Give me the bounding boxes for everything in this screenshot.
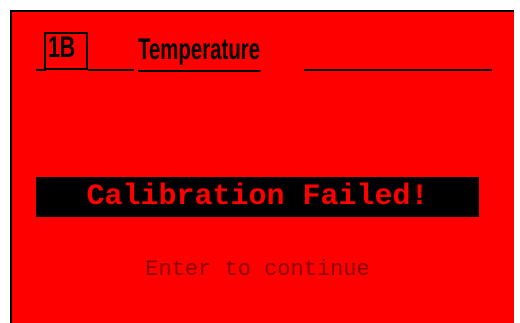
header-underline-right — [304, 69, 492, 71]
error-message: Calibration Failed! — [86, 180, 429, 214]
device-screen: 1B Temperature Calibration Failed! Enter… — [0, 0, 520, 323]
channel-label: 1B — [48, 31, 75, 64]
page-title: Temperature — [138, 30, 261, 72]
error-banner: Calibration Failed! — [36, 177, 479, 217]
header: 1B Temperature — [36, 26, 492, 74]
continue-prompt[interactable]: Enter to continue — [36, 256, 479, 284]
calibration-panel: 1B Temperature Calibration Failed! Enter… — [10, 10, 514, 323]
header-underline-mid — [88, 69, 134, 71]
